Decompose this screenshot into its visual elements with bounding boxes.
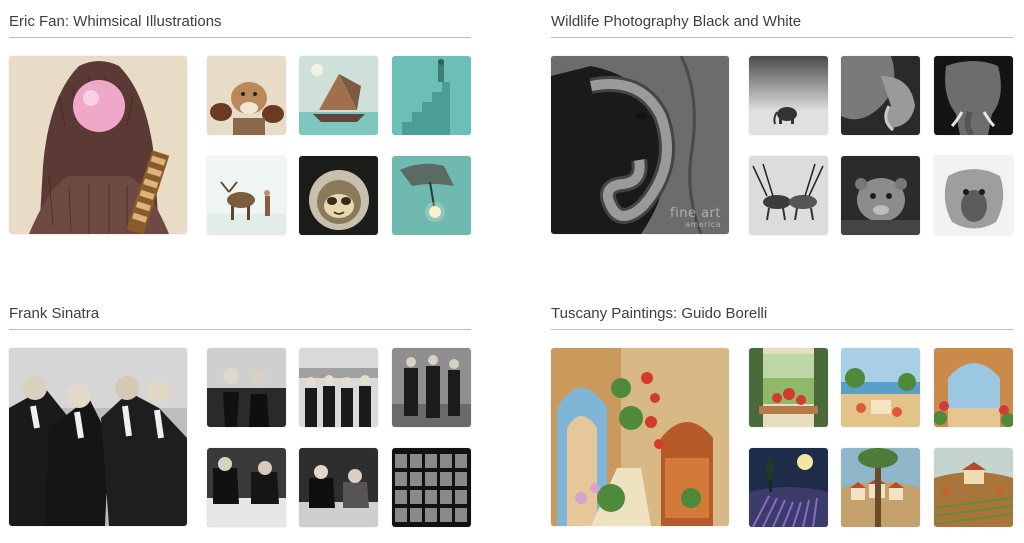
- photo-thumbnail[interactable]: [392, 448, 471, 527]
- painting-thumbnail[interactable]: [934, 348, 1013, 427]
- photo-thumbnail[interactable]: [207, 448, 286, 527]
- image-grid: [9, 56, 471, 236]
- photo-thumbnail-featured[interactable]: fine art america: [551, 56, 729, 234]
- photo-thumbnail[interactable]: [934, 156, 1013, 235]
- photo-thumbnail[interactable]: [207, 348, 286, 427]
- painting-thumbnail[interactable]: [749, 448, 828, 527]
- collection-title[interactable]: Tuscany Paintings: Guido Borelli: [551, 302, 1013, 330]
- painting-thumbnail[interactable]: [934, 448, 1013, 527]
- watermark: fine art america: [670, 206, 721, 229]
- collection-tuscany-borelli: Tuscany Paintings: Guido Borelli: [551, 302, 1013, 528]
- photo-thumbnail-featured[interactable]: [9, 348, 187, 526]
- painting-thumbnail[interactable]: [749, 348, 828, 427]
- artwork-thumbnail[interactable]: [207, 56, 286, 135]
- photo-thumbnail[interactable]: [934, 56, 1013, 135]
- photo-thumbnail[interactable]: [841, 56, 920, 135]
- photo-thumbnail[interactable]: [749, 156, 828, 235]
- image-grid: [551, 348, 1013, 528]
- artwork-thumbnail[interactable]: [392, 156, 471, 235]
- photo-thumbnail[interactable]: [299, 448, 378, 527]
- image-grid: fine art america: [551, 56, 1013, 236]
- artwork-thumbnail-featured[interactable]: [9, 56, 187, 234]
- collection-frank-sinatra: Frank Sinatra: [9, 302, 471, 528]
- image-grid: [9, 348, 471, 528]
- artwork-thumbnail[interactable]: [207, 156, 286, 235]
- photo-thumbnail[interactable]: [299, 348, 378, 427]
- collection-wildlife-bw: Wildlife Photography Black and White fin…: [551, 10, 1013, 236]
- photo-thumbnail[interactable]: [749, 56, 828, 135]
- collection-title[interactable]: Wildlife Photography Black and White: [551, 10, 1013, 38]
- collection-title[interactable]: Eric Fan: Whimsical Illustrations: [9, 10, 471, 38]
- photo-thumbnail[interactable]: [841, 156, 920, 235]
- artwork-thumbnail[interactable]: [299, 156, 378, 235]
- artwork-thumbnail[interactable]: [392, 56, 471, 135]
- painting-thumbnail-featured[interactable]: [551, 348, 729, 526]
- artwork-thumbnail[interactable]: [299, 56, 378, 135]
- collection-eric-fan: Eric Fan: Whimsical Illustrations: [9, 10, 471, 236]
- painting-thumbnail[interactable]: [841, 348, 920, 427]
- collection-title[interactable]: Frank Sinatra: [9, 302, 471, 330]
- painting-thumbnail[interactable]: [841, 448, 920, 527]
- photo-thumbnail[interactable]: [392, 348, 471, 427]
